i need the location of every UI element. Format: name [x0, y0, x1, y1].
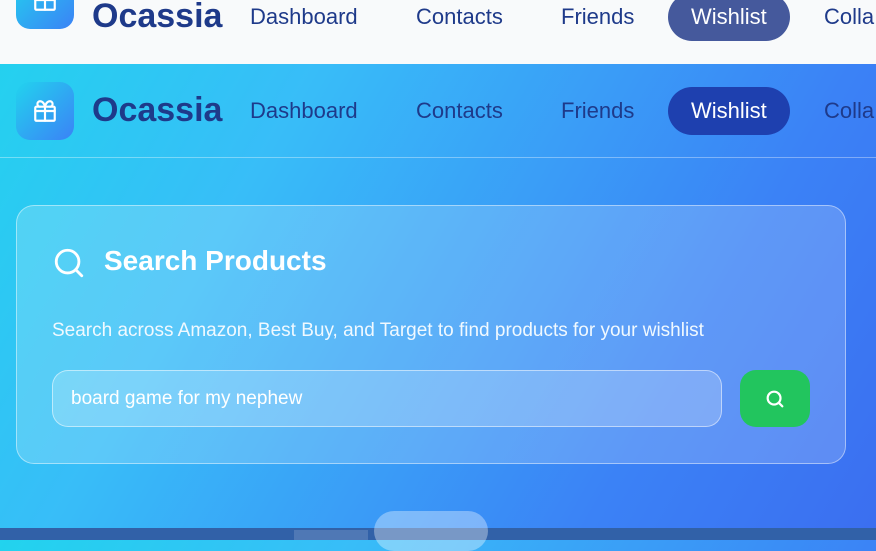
search-title: Search Products	[104, 245, 327, 276]
logo[interactable]	[16, 82, 74, 140]
search-icon	[766, 390, 784, 407]
nav-item-wishlist[interactable]: Wishlist	[668, 87, 790, 135]
logo[interactable]	[16, 0, 74, 29]
nav-item-wishlist[interactable]: Wishlist	[668, 0, 790, 41]
nav-item-friends[interactable]: Friends	[561, 98, 634, 124]
brand-name: Ocassia	[92, 91, 223, 129]
nav-item-collab[interactable]: Colla	[824, 4, 874, 30]
search-description: Search across Amazon, Best Buy, and Targ…	[52, 320, 704, 341]
bottom-tab	[294, 530, 368, 540]
gift-icon	[34, 0, 56, 11]
search-icon	[54, 248, 84, 278]
nav-item-collab[interactable]: Colla	[824, 98, 874, 124]
nav-item-dashboard[interactable]: Dashboard	[250, 4, 358, 30]
bottom-pill[interactable]	[374, 511, 488, 551]
nav-item-dashboard[interactable]: Dashboard	[250, 98, 358, 124]
nav-item-friends[interactable]: Friends	[561, 4, 634, 30]
header: Ocassia Dashboard Contacts Friends Wishl…	[0, 64, 876, 158]
brand-name: Ocassia	[92, 0, 223, 35]
nav-item-contacts[interactable]: Contacts	[416, 4, 503, 30]
nav-item-contacts[interactable]: Contacts	[416, 98, 503, 124]
search-input[interactable]	[52, 370, 722, 427]
header-ghost: Ocassia Dashboard Contacts Friends Wishl…	[0, 0, 876, 64]
gift-icon	[34, 100, 56, 122]
search-button[interactable]	[740, 370, 810, 427]
